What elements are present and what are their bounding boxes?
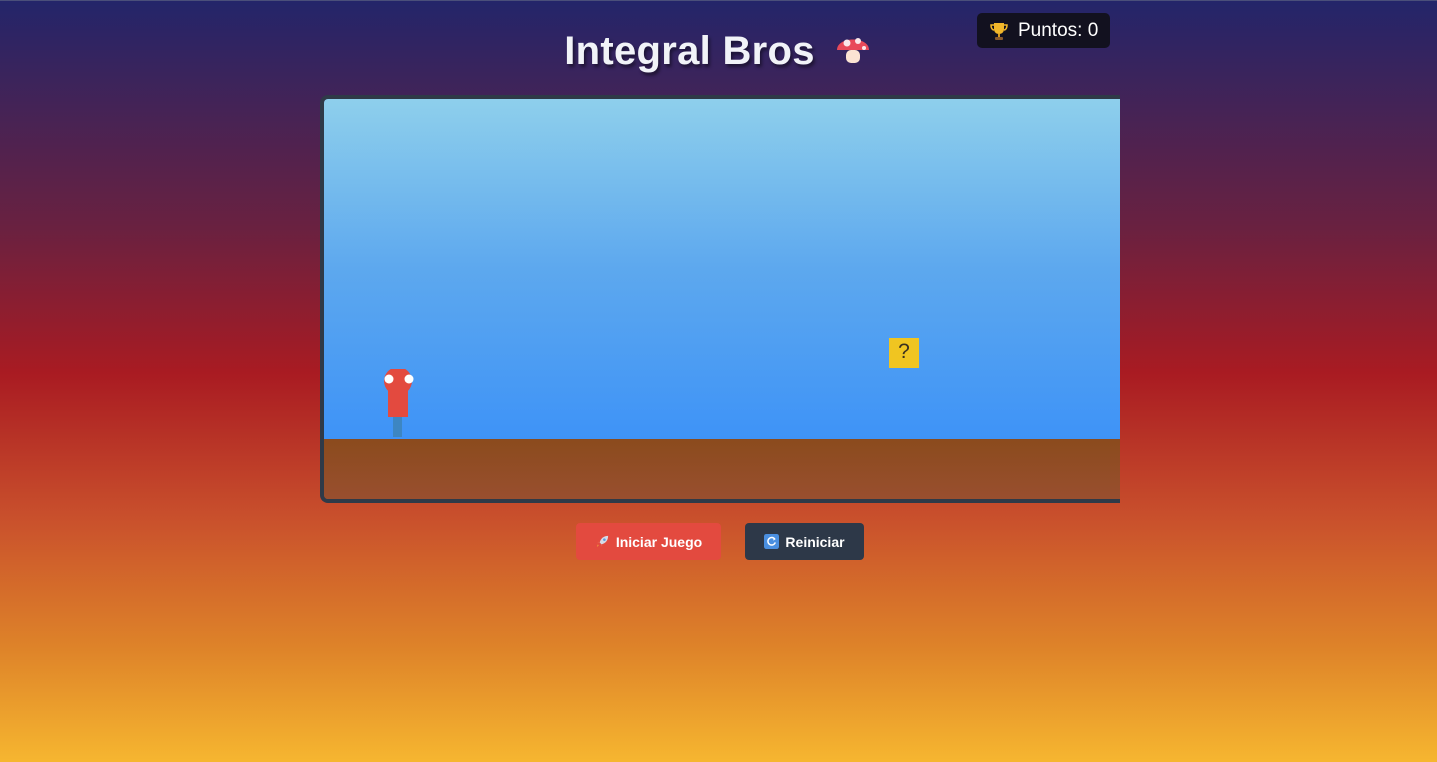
title-text: Integral Bros: [564, 29, 815, 73]
game-canvas[interactable]: ?: [320, 95, 1120, 503]
reset-button[interactable]: Reiniciar: [745, 523, 864, 560]
score-label: Puntos: 0: [1018, 19, 1099, 41]
player-character: [384, 369, 414, 437]
question-block: ?: [889, 338, 919, 368]
sky: [324, 99, 1120, 439]
start-game-button[interactable]: Iniciar Juego: [576, 523, 721, 560]
score-display: Puntos: 0: [977, 13, 1110, 48]
reset-label: Reiniciar: [785, 533, 845, 550]
refresh-icon: [764, 534, 780, 549]
game-title: Integral Bros: [0, 28, 1437, 74]
mushroom-icon: [836, 38, 869, 63]
start-game-label: Iniciar Juego: [615, 533, 703, 550]
trophy-icon: [990, 22, 1008, 40]
ground: [324, 439, 1120, 499]
rocket-icon: [596, 535, 608, 548]
